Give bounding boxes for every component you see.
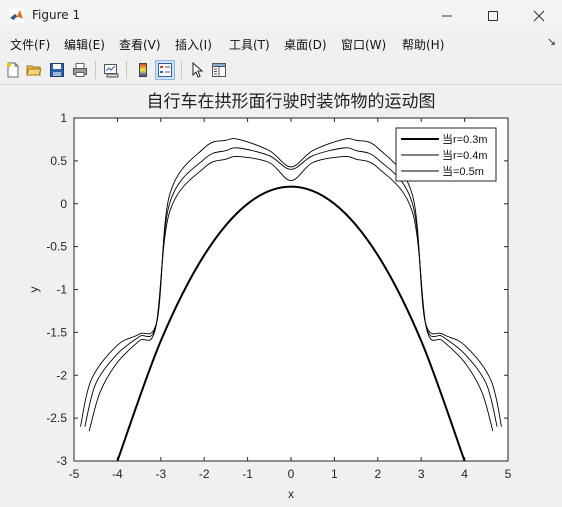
save-button[interactable] [47, 60, 67, 80]
link-plot-button[interactable] [101, 60, 121, 80]
y-tick-label: -1.5 [46, 325, 67, 339]
menu-file[interactable]: 文件(F) [10, 36, 50, 53]
menu-window[interactable]: 窗口(W) [341, 36, 386, 53]
open-file-button[interactable] [24, 60, 44, 80]
new-figure-icon [7, 62, 19, 78]
legend-label: 当r=0.4m [442, 148, 488, 162]
minimize-icon [442, 15, 452, 16]
colorbar-button[interactable] [133, 60, 153, 80]
y-tick-label: -1 [56, 283, 67, 297]
menu-view[interactable]: 查看(V) [119, 36, 161, 53]
toolbar-separator [181, 61, 182, 79]
menu-tools[interactable]: 工具(T) [229, 36, 270, 53]
y-tick-label: 1 [60, 111, 67, 125]
legend-button[interactable] [155, 60, 175, 80]
x-tick-label: -2 [199, 467, 210, 481]
new-figure-button[interactable] [3, 60, 23, 80]
x-tick-label: 3 [418, 467, 425, 481]
menu-help[interactable]: 帮助(H) [402, 36, 444, 53]
title-bar: Figure 1 [0, 0, 562, 31]
dock-arrow-icon[interactable]: ↘ [547, 35, 556, 48]
x-tick-label: -5 [69, 467, 80, 481]
x-tick-label: 5 [505, 467, 512, 481]
chart-title: 自行车在拱形面行驶时装饰物的运动图 [147, 92, 436, 112]
x-tick-label: 4 [461, 467, 468, 481]
y-tick-label: -0.5 [46, 240, 67, 254]
legend-label: 当=0.5m [442, 164, 484, 178]
pointer-button[interactable] [187, 60, 207, 80]
print-icon [73, 63, 87, 77]
figure-canvas: 自行车在拱形面行驶时装饰物的运动图 -5 -4 -3 -2 -1 0 1 2 3 4 510.50-… [27, 92, 512, 501]
x-tick-label: 1 [331, 467, 338, 481]
y-tick-label: -3 [56, 454, 67, 468]
link-plot-icon [104, 64, 119, 78]
property-inspector-icon [212, 63, 226, 77]
toolbar-separator [126, 61, 127, 79]
colorbar-icon [139, 63, 147, 77]
maximize-icon [488, 10, 498, 21]
x-axis-label: x [288, 487, 294, 501]
close-icon [533, 10, 545, 21]
y-axis-label: y [27, 287, 41, 293]
maximize-button[interactable] [470, 0, 516, 31]
x-tick-label: -1 [242, 467, 253, 481]
y-tick-label: -2.5 [46, 411, 67, 425]
open-file-icon [26, 65, 42, 76]
legend-icon [158, 63, 172, 77]
x-tick-label: 2 [374, 467, 381, 481]
close-button[interactable] [516, 0, 562, 31]
y-tick-label: 0 [60, 197, 67, 211]
toolbar [0, 56, 562, 85]
toolbar-separator [95, 61, 96, 79]
pointer-icon [192, 62, 204, 78]
y-tick-label: 0.5 [50, 154, 67, 168]
menu-desktop[interactable]: 桌面(D) [284, 36, 327, 53]
menu-insert[interactable]: 插入(I) [175, 36, 212, 53]
matlab-logo-icon [9, 8, 24, 23]
print-button[interactable] [70, 60, 90, 80]
property-inspector-button[interactable] [209, 60, 229, 80]
save-icon [50, 63, 64, 77]
minimize-button[interactable] [424, 0, 470, 31]
y-tick-label: -2 [56, 368, 67, 382]
menu-edit[interactable]: 编辑(E) [64, 36, 105, 53]
legend-label: 当r=0.3m [442, 132, 488, 146]
menu-bar: 文件(F) 编辑(E) 查看(V) 插入(I) 工具(T) 桌面(D) 窗口(W… [0, 31, 562, 56]
x-tick-label: -3 [155, 467, 166, 481]
x-tick-label: -4 [112, 467, 123, 481]
x-tick-label: 0 [288, 467, 295, 481]
axes[interactable]: -5 -4 -3 -2 -1 0 1 2 3 4 5 1 0.5 0 -0.5 -1 -1.5 -2 -2.5 -3 x… [27, 111, 512, 501]
window-title: Figure 1 [32, 8, 81, 22]
